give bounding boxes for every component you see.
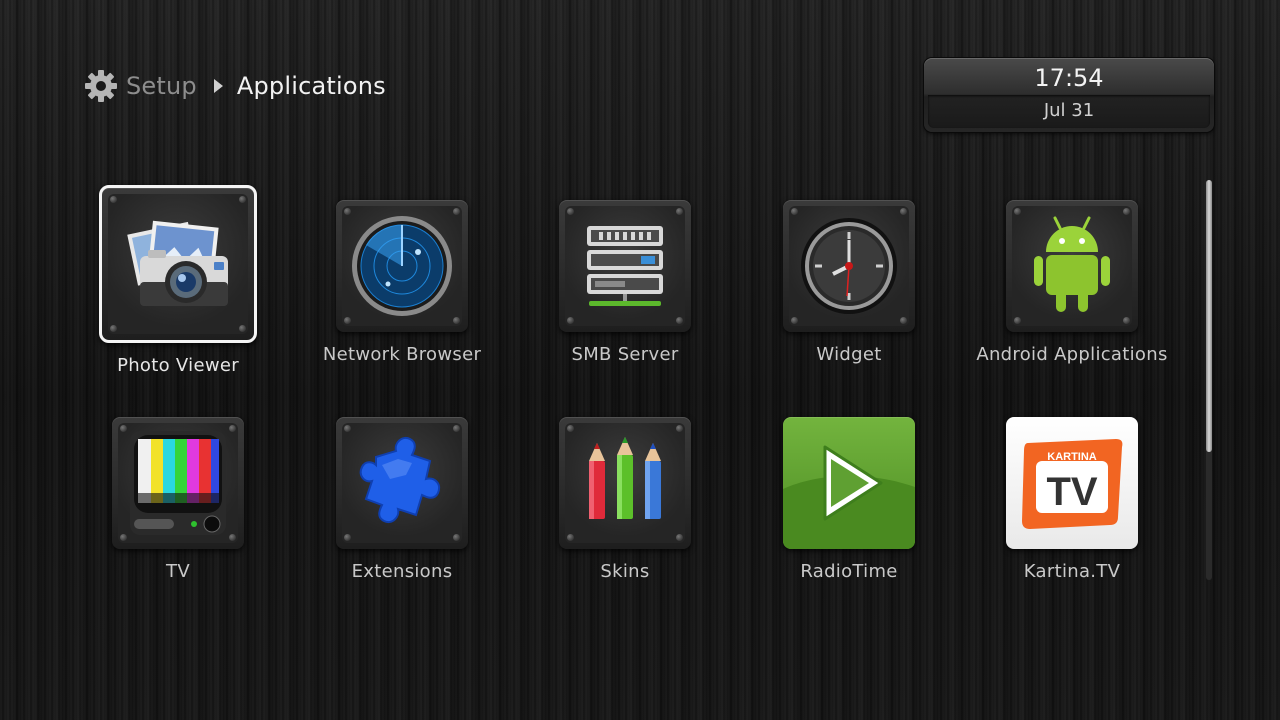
- app-label: Photo Viewer: [117, 355, 239, 376]
- app-label: Skins: [600, 561, 650, 582]
- page-title: Applications: [236, 72, 386, 100]
- pencils-icon: [589, 437, 661, 519]
- server-rack-icon: [587, 226, 663, 306]
- app-label: Android Applications: [976, 344, 1168, 365]
- app-icon-frame: [99, 185, 257, 343]
- app-label: SMB Server: [571, 344, 679, 365]
- app-label: Network Browser: [322, 344, 482, 365]
- triangle-right-icon: [213, 79, 223, 93]
- scrollbar-thumb[interactable]: [1206, 180, 1212, 452]
- app-label: Extensions: [351, 561, 453, 582]
- app-icon-frame: KARTINA TV: [1006, 417, 1138, 549]
- kartina-tv-logo-icon: KARTINA TV: [1022, 439, 1123, 529]
- app-tile-network-browser[interactable]: Network Browser: [290, 200, 514, 365]
- app-label: Widget: [816, 344, 882, 365]
- app-icon-frame: [112, 417, 244, 549]
- gear-icon: [85, 70, 117, 102]
- clock-date: Jul 31: [1043, 100, 1095, 121]
- app-icon-frame: [1006, 200, 1138, 332]
- puzzle-piece-icon: [359, 437, 440, 523]
- breadcrumb-parent[interactable]: Setup: [126, 72, 197, 100]
- android-icon: [1034, 216, 1110, 312]
- app-tile-kartina-tv[interactable]: KARTINA TV Kartina.TV: [960, 417, 1184, 582]
- app-tile-skins[interactable]: Skins: [513, 417, 737, 582]
- clock-panel: 17:54 Jul 31: [924, 58, 1214, 132]
- app-tile-widget[interactable]: Widget: [737, 200, 961, 365]
- breadcrumb: Setup Applications: [84, 68, 386, 104]
- app-icon-frame: [783, 417, 915, 549]
- app-icon-frame: [559, 200, 691, 332]
- app-icon-frame: [783, 200, 915, 332]
- app-label: RadioTime: [800, 561, 898, 582]
- play-icon: [783, 445, 915, 549]
- clock-icon: [801, 218, 897, 314]
- app-tile-extensions[interactable]: Extensions: [290, 417, 514, 582]
- clock-time: 17:54: [1034, 64, 1104, 92]
- scrollbar[interactable]: [1206, 180, 1212, 580]
- radar-icon: [352, 216, 452, 316]
- photo-viewer-icon: [127, 220, 228, 306]
- app-tile-android-applications[interactable]: Android Applications: [960, 200, 1184, 365]
- app-icon-frame: [336, 417, 468, 549]
- app-icon-frame: [559, 417, 691, 549]
- kartina-logo-text-top: KARTINA: [1047, 451, 1097, 463]
- app-label: Kartina.TV: [1023, 561, 1121, 582]
- tv-icon: [130, 431, 226, 535]
- app-tile-smb-server[interactable]: SMB Server: [513, 200, 737, 365]
- app-label: TV: [166, 561, 190, 582]
- kartina-logo-text-main: TV: [1046, 470, 1097, 514]
- app-icon-frame: [336, 200, 468, 332]
- app-tile-radiotime[interactable]: RadioTime: [737, 417, 961, 582]
- app-tile-tv[interactable]: TV: [66, 417, 290, 582]
- app-tile-photo-viewer[interactable]: Photo Viewer: [66, 185, 290, 376]
